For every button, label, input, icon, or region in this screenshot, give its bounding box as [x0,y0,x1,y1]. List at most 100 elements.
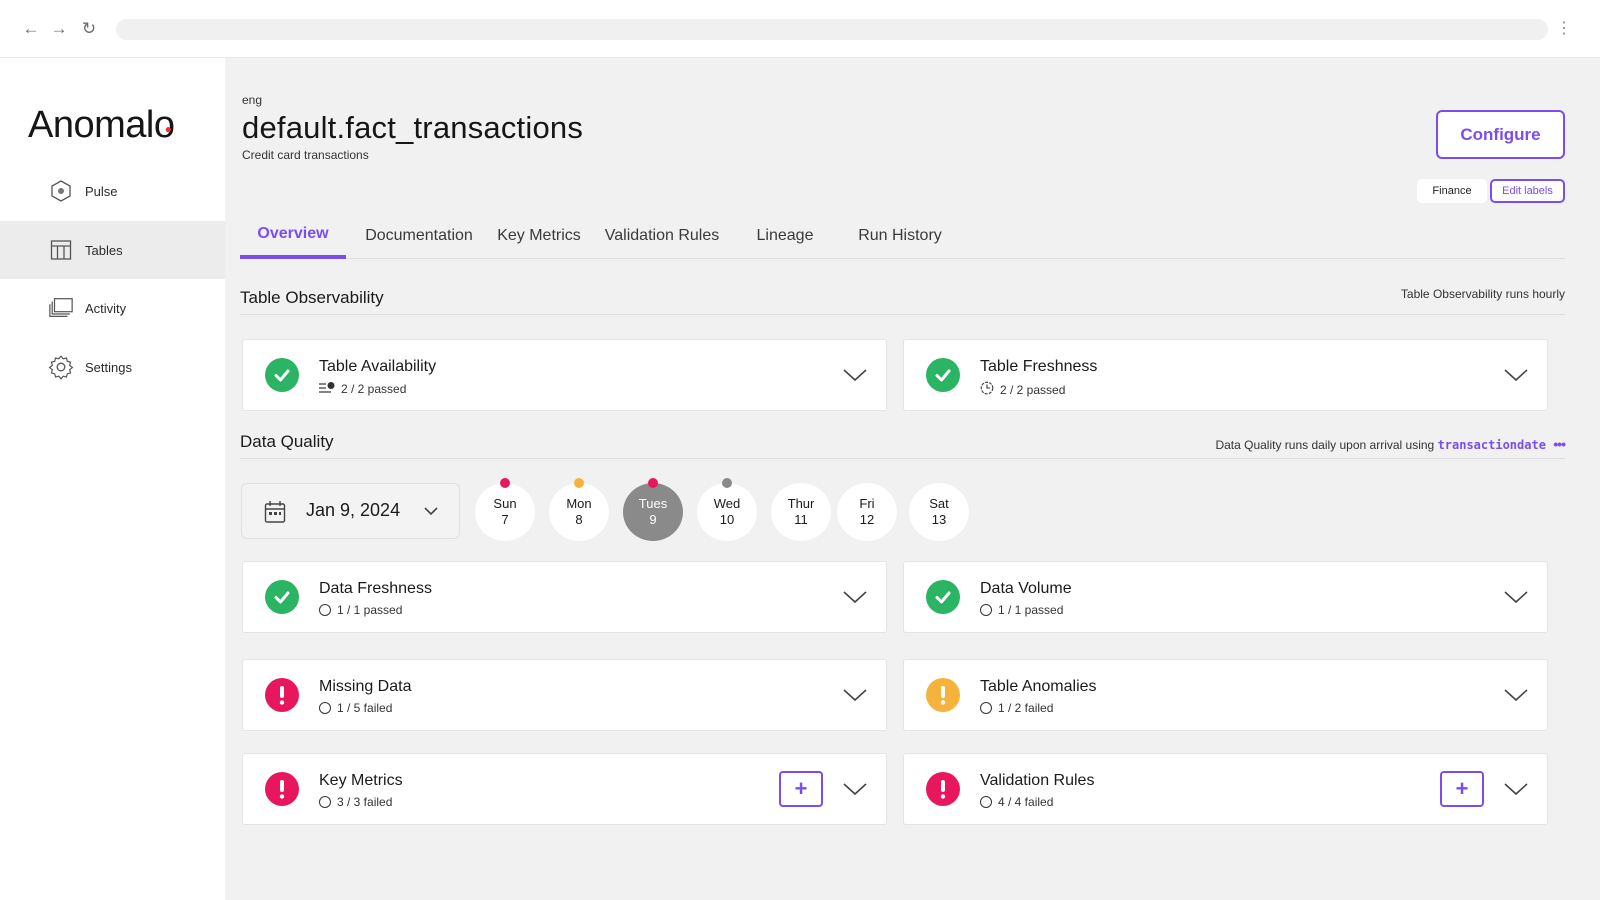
day-number: 7 [501,512,509,527]
tab-lineage[interactable]: Lineage [750,213,820,259]
summary-text: 1 / 1 passed [998,603,1064,617]
day-name: Tues [638,496,668,511]
card-summary: 1 / 2 failed [980,701,1053,715]
check-card-table-availability[interactable]: Table Availability 2 / 2 passed [242,339,887,411]
calendar-icon [264,500,286,529]
sidebar-item-tables[interactable]: Tables [0,221,225,279]
day-chip-mon[interactable]: Mon 8 [549,478,609,541]
check-card-table-anomalies[interactable]: Table Anomalies 1 / 2 failed [903,659,1548,731]
address-bar[interactable] [116,19,1548,40]
day-chip-sun[interactable]: Sun 7 [475,478,535,541]
card-summary: 2 / 2 passed [980,381,1065,398]
check-card-data-freshness[interactable]: Data Freshness 1 / 1 passed [242,561,887,633]
check-card-key-metrics[interactable]: Key Metrics 3 / 3 failed + [242,753,887,825]
card-title: Data Freshness [319,580,432,597]
card-summary: 1 / 1 passed [980,603,1063,617]
tab-bar: Overview Documentation Key Metrics Valid… [240,213,1565,259]
add-validation-rule-button[interactable]: + [1440,771,1484,807]
clock-refresh-icon [980,381,994,398]
day-name: Sat [929,496,949,511]
day-name: Fri [859,496,875,511]
section-title-observability: Table Observability [240,288,384,307]
check-card-data-volume[interactable]: Data Volume 1 / 1 passed [903,561,1548,633]
label-chip-finance[interactable]: Finance [1417,179,1487,203]
chevron-down-icon[interactable] [1501,360,1531,390]
circle-icon [980,702,992,714]
plus-icon: + [1455,776,1469,801]
section-title-data-quality: Data Quality [240,432,334,451]
card-title: Validation Rules [980,772,1095,789]
day-number: 9 [649,512,657,527]
day-chip-tues[interactable]: Tues 9 [623,478,683,541]
edit-labels-button[interactable]: Edit labels [1490,179,1565,203]
forward-arrow-icon[interactable]: → [47,17,71,41]
back-arrow-icon[interactable]: ← [19,17,43,41]
day-chip-fri[interactable]: Fri 12 [837,483,897,541]
chevron-down-icon [422,502,440,525]
sidebar-item-pulse[interactable]: Pulse [0,162,225,220]
tab-overview[interactable]: Overview [240,213,346,259]
chevron-down-icon[interactable] [840,680,870,710]
day-name: Wed [713,496,741,511]
arrival-column-name: transactiondate [1437,438,1546,452]
more-options-icon[interactable]: ••• [1553,436,1566,452]
plus-icon: + [794,776,808,801]
day-number: 13 [931,512,947,527]
chevron-down-icon[interactable] [1501,774,1531,804]
list-check-icon [319,381,335,396]
card-summary: 4 / 4 failed [980,795,1053,809]
day-number: 10 [719,512,735,527]
tab-documentation[interactable]: Documentation [358,213,480,259]
gear-icon [48,354,74,380]
browser-menu-icon[interactable]: ⋮ [1556,17,1572,41]
alert-failed-icon [926,772,960,806]
day-number: 11 [794,512,808,527]
summary-text: 1 / 5 failed [337,701,393,715]
browser-toolbar: ← → ↻ ⋮ [0,0,1600,58]
chevron-down-icon[interactable] [1501,680,1531,710]
summary-text: 1 / 2 failed [998,701,1054,715]
check-card-validation-rules[interactable]: Validation Rules 4 / 4 failed + [903,753,1548,825]
check-card-missing-data[interactable]: Missing Data 1 / 5 failed [242,659,887,731]
sidebar-item-activity[interactable]: Activity [0,279,225,337]
main-content: eng default.fact_transactions Credit car… [225,58,1600,900]
run-status-dot [722,478,732,488]
check-card-table-freshness[interactable]: Table Freshness 2 / 2 passed [903,339,1548,411]
app-logo[interactable]: Anomalo ● [28,104,175,147]
alert-warning-icon [926,678,960,712]
logo-dot-icon: ● [164,122,172,136]
day-name: Thur [787,496,815,511]
stack-icon [48,295,74,321]
chevron-down-icon[interactable] [840,582,870,612]
card-title: Table Anomalies [980,678,1097,695]
sidebar: Anomalo ● Pulse Tables Activity Settings [0,58,225,900]
summary-text: 2 / 2 passed [341,381,407,396]
check-passed-icon [926,580,960,614]
day-number: 12 [859,512,875,527]
configure-button[interactable]: Configure [1436,110,1565,159]
card-summary: 3 / 3 failed [319,795,392,809]
card-title: Data Volume [980,580,1072,597]
chevron-down-icon[interactable] [840,774,870,804]
day-chip-wed[interactable]: Wed 10 [697,478,757,541]
selected-date: Jan 9, 2024 [306,500,401,520]
sidebar-item-settings[interactable]: Settings [0,338,225,396]
add-key-metric-button[interactable]: + [779,771,823,807]
reload-icon[interactable]: ↻ [77,17,101,41]
card-title: Table Availability [319,358,437,375]
logo-text: Anomalo [28,104,175,146]
date-picker[interactable]: Jan 9, 2024 [241,483,460,539]
tab-validation-rules[interactable]: Validation Rules [598,213,726,259]
card-title: Missing Data [319,678,412,695]
day-chip-thur[interactable]: Thur 11 [771,483,831,541]
day-chip-sat[interactable]: Sat 13 [909,483,969,541]
tab-run-history[interactable]: Run History [850,213,950,259]
chevron-down-icon[interactable] [840,360,870,390]
tab-key-metrics[interactable]: Key Metrics [492,213,586,259]
hexagon-icon [48,178,74,204]
chevron-down-icon[interactable] [1501,582,1531,612]
circle-icon [980,796,992,808]
note-text: Data Quality runs daily upon arrival usi… [1215,438,1435,452]
divider [240,458,1565,459]
day-name: Mon [566,496,592,511]
